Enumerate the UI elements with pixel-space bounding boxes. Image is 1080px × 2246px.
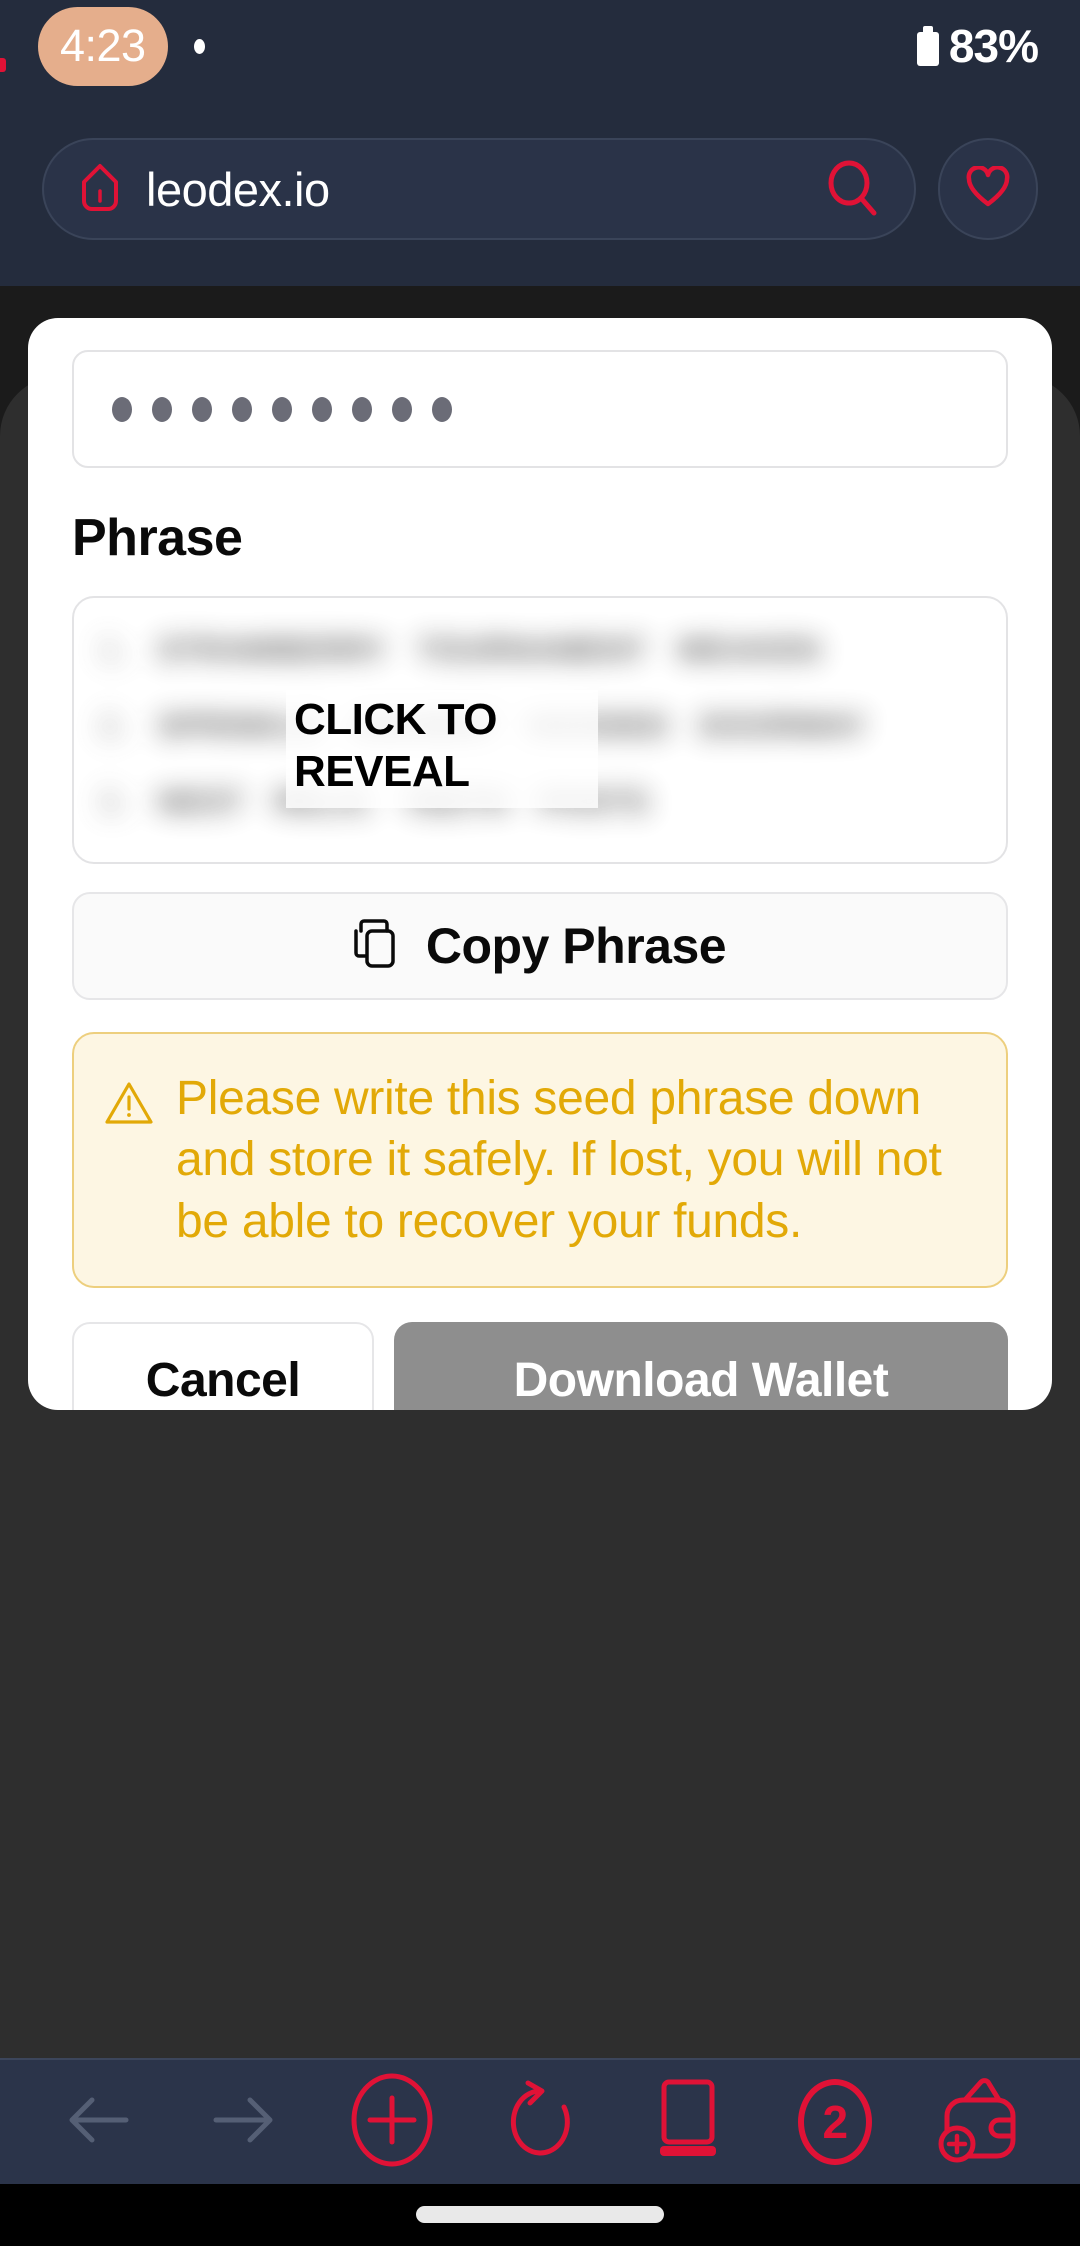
browser-toolbar-top: leodex.io (0, 92, 1080, 286)
seed-word: NEST (157, 784, 245, 819)
status-bar-right: 83% (916, 20, 1039, 72)
seed-word: STRAWBERRY (157, 632, 388, 667)
url-text[interactable]: leodex.io (146, 162, 800, 217)
home-indicator[interactable] (416, 2206, 664, 2223)
seed-word: DOORWAY (699, 708, 867, 743)
seed-phrase-box[interactable]: 1. STRAWBERRY TOURNAMENT WEAKEN 2. SPRIN… (72, 596, 1008, 864)
clock: 4:23 (38, 6, 168, 86)
address-bar[interactable]: leodex.io (42, 138, 916, 240)
battery-percent: 83% (948, 20, 1039, 72)
password-dot (192, 396, 212, 422)
heart-icon (966, 164, 1010, 213)
favorites-button[interactable] (938, 138, 1038, 240)
password-dot (272, 396, 292, 422)
search-icon[interactable] (826, 160, 880, 218)
edge-indicator (0, 58, 6, 72)
desktop-button[interactable] (633, 2067, 743, 2177)
reveal-line-2: REVEAL (294, 746, 470, 796)
copy-phrase-button[interactable]: Copy Phrase (72, 892, 1008, 1000)
browser-toolbar-bottom: 2 (0, 2058, 1080, 2184)
battery-icon (916, 26, 939, 66)
password-dot (352, 396, 372, 422)
seed-warning-banner: Please write this seed phrase down and s… (72, 1032, 1008, 1289)
laptop-icon (650, 2076, 726, 2169)
wallet-plus-icon (937, 2074, 1029, 2171)
password-dot (112, 396, 132, 422)
back-button[interactable] (42, 2067, 152, 2177)
seed-word-number: 1. (100, 632, 128, 667)
new-tab-button[interactable] (337, 2067, 447, 2177)
seed-word-number: 2. (100, 708, 128, 743)
modal-actions: Cancel Download Wallet (72, 1322, 1008, 1410)
seed-warning-text: Please write this seed phrase down and s… (176, 1072, 942, 1248)
tabs-button[interactable]: 2 (780, 2067, 890, 2177)
seed-word-number: 3. (100, 784, 128, 819)
cancel-button[interactable]: Cancel (72, 1322, 374, 1410)
reveal-line-1: CLICK TO (294, 695, 497, 744)
download-wallet-button[interactable]: Download Wallet (394, 1322, 1008, 1410)
phone-screen: 4:23 83% leodex.io Phrase 1. STRAWBERRY … (0, 0, 1080, 2246)
copy-phrase-label: Copy Phrase (425, 918, 727, 974)
wallet-button[interactable] (928, 2067, 1038, 2177)
refresh-icon (504, 2077, 576, 2168)
status-bar-left: 4:23 (38, 6, 205, 86)
shield-lock-icon (80, 163, 120, 215)
warning-triangle-icon (104, 1068, 154, 1252)
copy-icon (354, 918, 400, 974)
click-to-reveal-overlay[interactable]: CLICK TO REVEAL (286, 690, 598, 808)
reload-button[interactable] (485, 2067, 595, 2177)
tab-count-icon: 2 (798, 2079, 873, 2165)
seed-phrase-modal: Phrase 1. STRAWBERRY TOURNAMENT WEAKEN 2… (28, 318, 1052, 1410)
phrase-label: Phrase (72, 509, 243, 567)
plus-circle-icon (349, 2072, 435, 2173)
password-dot (432, 396, 452, 422)
password-dot (152, 396, 172, 422)
seed-word: TOURNAMENT (417, 632, 648, 667)
password-dot (232, 396, 252, 422)
forward-button[interactable] (190, 2067, 300, 2177)
home-indicator-area (0, 2184, 1080, 2246)
arrow-right-icon (212, 2092, 278, 2153)
password-dot (392, 396, 412, 422)
status-bar: 4:23 83% (0, 0, 1080, 92)
password-dot (312, 396, 332, 422)
status-dot-icon (193, 38, 205, 54)
password-field[interactable] (72, 350, 1008, 468)
arrow-left-icon (64, 2092, 130, 2153)
seed-word: WEAKEN (677, 632, 821, 667)
